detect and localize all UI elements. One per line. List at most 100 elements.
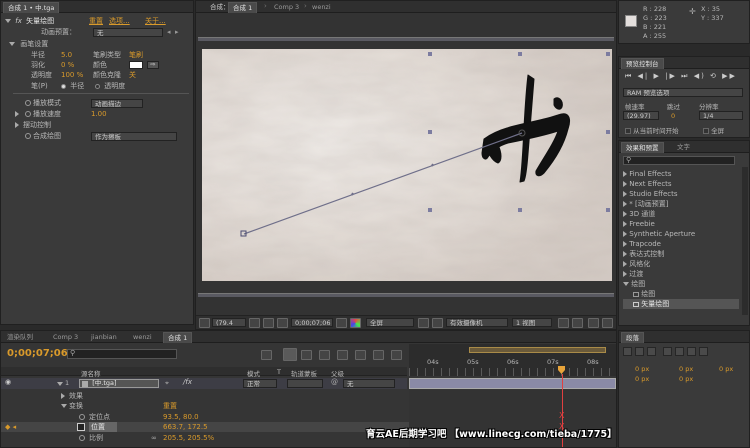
pen-radius-option[interactable]: 半径 [61, 81, 84, 91]
indent-first-value[interactable]: 0 px [719, 365, 733, 373]
composite-dropdown[interactable]: 作为擦板 [91, 132, 177, 141]
stopwatch-icon[interactable] [79, 414, 85, 420]
feather-value[interactable]: 0 % [61, 60, 74, 70]
stopwatch-icon[interactable] [25, 111, 31, 117]
col-track-matte[interactable]: 轨道蒙板 [291, 368, 317, 378]
col-mode[interactable]: 模式 [247, 368, 260, 378]
tab-comp-3[interactable]: Comp 3 [270, 2, 303, 13]
effects-list-item[interactable]: 3D 通道 [623, 209, 739, 219]
effect-controls-tab[interactable]: 合成 1 • 中.tga [3, 2, 60, 13]
justify-all-icon[interactable] [699, 347, 708, 356]
resolution-preview-dropdown[interactable]: 1/4 [699, 111, 743, 120]
tab-timeline-wenzi[interactable]: wenzi [129, 332, 156, 343]
playback-mode-dropdown[interactable]: 动画描边 [91, 99, 143, 108]
camera-snapshot-icon[interactable] [277, 318, 288, 328]
draft-3d-icon[interactable] [283, 348, 297, 361]
snapshot-icon[interactable] [336, 318, 347, 328]
expand-triangle-icon[interactable] [15, 111, 19, 117]
keyframe-marker[interactable]: X [559, 411, 564, 420]
layer-row[interactable]: ◉ 1 [中.tga] ⌖ /fx 正常 @ 无 [1, 378, 407, 389]
composition-viewer[interactable] [202, 49, 612, 281]
col-source-name[interactable]: 源名称 [81, 368, 101, 378]
stopwatch-icon[interactable] [25, 100, 31, 106]
always-preview-icon[interactable] [199, 318, 210, 328]
effect-about-link[interactable]: 关于... [145, 16, 166, 26]
time-ruler[interactable]: 04s 05s 06s 07s 08s [409, 344, 616, 376]
switch-collapse-icon[interactable]: ⌖ [165, 379, 169, 388]
color-channels-icon[interactable] [350, 318, 361, 328]
tab-render-queue[interactable]: 渲染队列 [3, 332, 37, 343]
frame-blending-icon[interactable] [319, 350, 330, 360]
region-of-interest-icon[interactable] [418, 318, 429, 328]
preset-arrow-left-icon[interactable]: ◂ [167, 27, 171, 37]
collapse-triangle-icon[interactable] [57, 382, 63, 386]
effects-list-item[interactable]: Synthetic Aperture [623, 229, 739, 239]
fullscreen-option[interactable]: 全屏 [703, 125, 724, 135]
keyframe-nav-icon[interactable]: ◆ ◂ [5, 422, 16, 432]
resolution-dropdown[interactable]: 全屏 [366, 318, 414, 327]
indent-right-value[interactable]: 0 px [679, 365, 693, 373]
layer-mode-dropdown[interactable]: 正常 [243, 379, 277, 388]
parent-dropdown[interactable]: 无 [343, 379, 395, 388]
track-matte-dropdown[interactable] [287, 379, 323, 388]
live-update-icon[interactable] [391, 350, 402, 360]
anchor-value[interactable]: 93.5, 80.0 [163, 412, 199, 422]
last-frame-icon[interactable]: ⏭ [681, 72, 689, 80]
preset-arrow-right-icon[interactable]: ▸ [175, 27, 179, 37]
graph-editor-icon[interactable] [373, 350, 384, 360]
collapse-triangle-icon[interactable] [5, 19, 11, 23]
effects-list-item[interactable]: 过渡 [623, 269, 739, 279]
loop-icon[interactable]: ⟲ [710, 72, 718, 80]
frame-rate-dropdown[interactable]: (29.97) [623, 111, 659, 120]
play-icon[interactable]: ▶ [654, 72, 661, 80]
brainstorm-icon[interactable] [355, 350, 366, 360]
tab-paragraph[interactable]: 段落 [621, 332, 644, 343]
effects-sub-item-selected[interactable]: 矢量绘图 [623, 299, 739, 309]
views-dropdown[interactable]: 1 视图 [512, 318, 552, 327]
visibility-eye-icon[interactable]: ◉ [5, 378, 11, 386]
effects-list-item[interactable]: Final Effects [623, 169, 739, 179]
effects-list-item[interactable]: Studio Effects [623, 189, 739, 199]
expand-triangle-icon[interactable] [15, 122, 19, 128]
effects-list-item[interactable]: Freebie [623, 219, 739, 229]
color-jitter-value[interactable]: 关 [129, 70, 136, 80]
work-area-bar[interactable] [469, 347, 606, 353]
effects-list-item[interactable]: 风格化 [623, 259, 739, 269]
comp-mini-flowchart-icon[interactable] [261, 350, 272, 360]
stopwatch-icon[interactable] [79, 435, 85, 441]
brush-type-value[interactable]: 笔刷 [129, 50, 143, 60]
effects-list-item[interactable]: 绘图 [623, 279, 739, 289]
flowchart-icon[interactable] [588, 318, 599, 328]
brush-color-swatch[interactable] [129, 61, 143, 69]
camera-dropdown[interactable]: 有效摄像机 [446, 318, 508, 327]
effects-scrollbar[interactable] [742, 167, 748, 315]
layer-name-field[interactable]: [中.tga] [79, 379, 159, 388]
playback-speed-value[interactable]: 1.00 [91, 109, 107, 119]
align-right-icon[interactable] [647, 347, 656, 356]
justify-center-icon[interactable] [675, 347, 684, 356]
from-current-option[interactable]: 从当前时间开始 [625, 125, 679, 135]
tab-timeline-jianbian[interactable]: jianbian [87, 332, 121, 343]
scale-value[interactable]: 205.5, 205.5% [163, 433, 214, 443]
effect-reset-link[interactable]: 重置 [89, 16, 103, 26]
ram-preview-icon[interactable]: ▶▶ [722, 72, 737, 80]
effect-options-link[interactable]: 选项... [109, 16, 130, 26]
space-before-value[interactable]: 0 px [635, 375, 649, 383]
motion-blur-icon[interactable] [337, 350, 348, 360]
exposure-icon[interactable] [602, 318, 613, 328]
stopwatch-active-icon[interactable] [77, 423, 85, 431]
tab-wenzi[interactable]: wenzi [308, 2, 335, 13]
stopwatch-icon[interactable] [25, 133, 31, 139]
tab-timeline-comp-3[interactable]: Comp 3 [49, 332, 82, 343]
brush-group-triangle-icon[interactable] [9, 42, 15, 46]
tab-preview[interactable]: 预览控制台 [621, 58, 664, 69]
eyedropper-icon[interactable]: ⇨ [147, 61, 159, 69]
tab-effects-presets[interactable]: 效果和预置 [621, 142, 664, 153]
pick-whip-icon[interactable]: @ [331, 378, 338, 386]
justify-left-icon[interactable] [663, 347, 672, 356]
indent-left-value[interactable]: 0 px [635, 365, 649, 373]
position-value[interactable]: 663.7, 172.5 [163, 422, 208, 432]
link-icon[interactable]: ∞ [151, 433, 157, 443]
transparency-grid-icon[interactable] [432, 318, 443, 328]
shy-layers-icon[interactable] [301, 350, 312, 360]
